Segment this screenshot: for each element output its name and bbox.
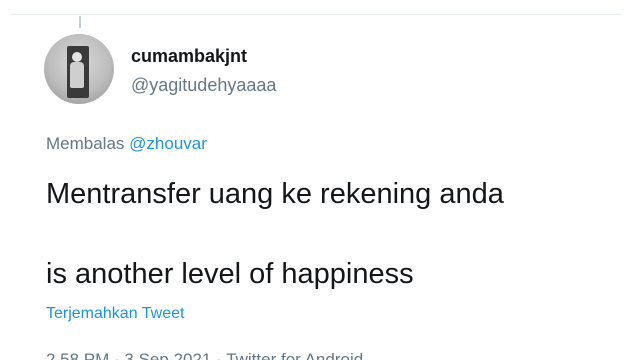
translate-tweet-link[interactable]: Terjemahkan Tweet [46,305,184,323]
tweet-text-line-1: Mentransfer uang ke rekening anda [46,178,504,210]
author-display-name[interactable]: cumambakjnt [131,46,247,67]
top-divider [10,14,622,15]
avatar[interactable] [44,34,114,104]
tweet-view: cumambakjnt @yagitudehyaaaa Membalas @zh… [0,0,640,360]
avatar-figure-head [72,52,82,62]
tweet-text-line-2: is another level of happiness [46,258,414,290]
thread-connector-line [79,16,81,28]
avatar-figure-body [70,62,84,88]
tweet-timestamp-meta[interactable]: 2.58 PM · 3 Sep 2021 · Twitter for Andro… [46,350,363,360]
author-handle[interactable]: @yagitudehyaaaa [131,75,276,96]
reply-prefix: Membalas [46,134,125,153]
reply-context: Membalas @zhouvar [46,134,207,154]
reply-mention-link[interactable]: @zhouvar [129,134,207,153]
